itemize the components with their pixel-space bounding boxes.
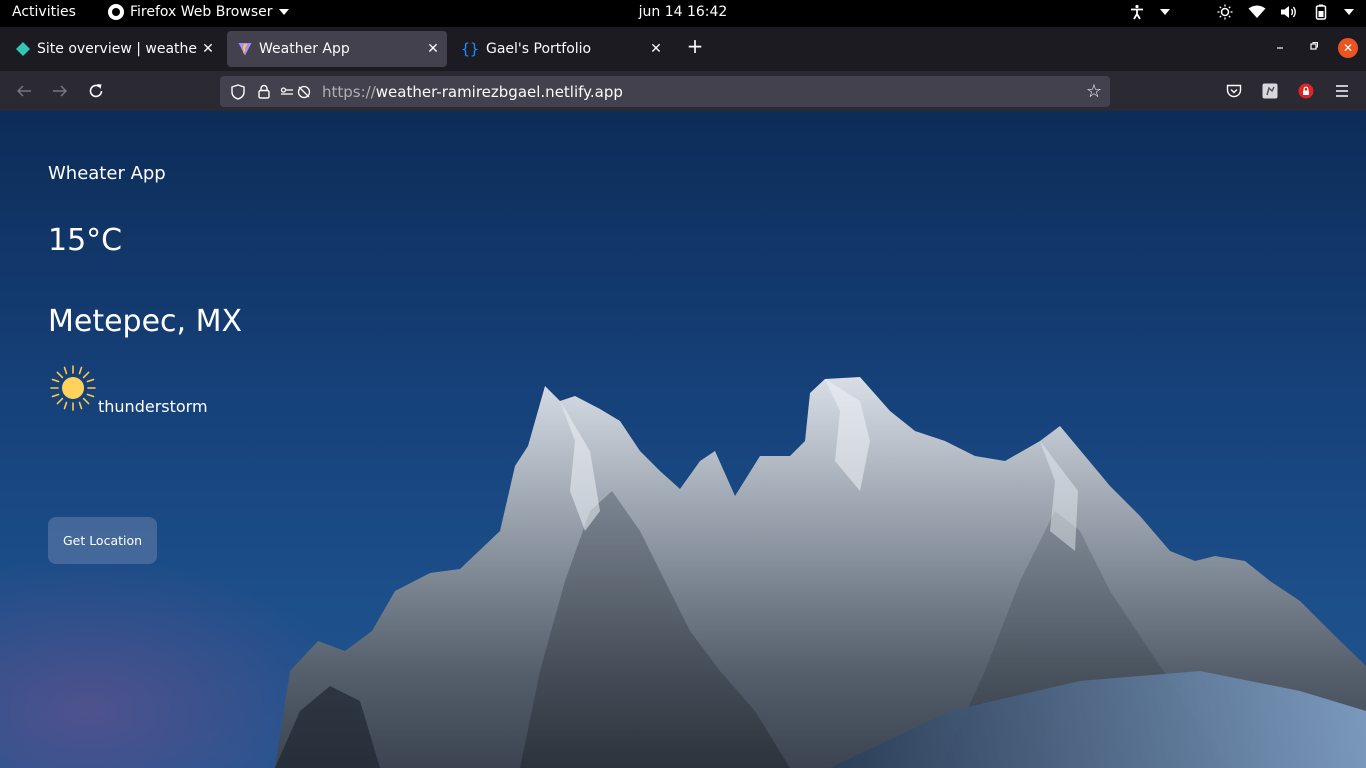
- close-icon[interactable]: ✕: [646, 41, 666, 57]
- window-close-button[interactable]: ✕: [1338, 38, 1358, 58]
- forward-button[interactable]: [48, 79, 72, 103]
- close-icon[interactable]: ✕: [423, 41, 443, 57]
- new-tab-button[interactable]: +: [684, 35, 706, 57]
- temperature: 15°C: [48, 223, 123, 258]
- activities-button[interactable]: Activities: [12, 4, 76, 20]
- vite-icon: [238, 42, 252, 56]
- sun-icon: [50, 365, 96, 411]
- weather-condition: thunderstorm: [98, 397, 208, 416]
- tab-gaels-portfolio[interactable]: {} Gael's Portfolio ✕: [450, 31, 670, 67]
- clock-label[interactable]: jun 14 16:42: [639, 4, 728, 20]
- permissions-icon[interactable]: [280, 82, 312, 102]
- maximize-button[interactable]: [1306, 38, 1322, 54]
- url-bar[interactable]: https://weather-ramirezbgael.netlify.app…: [220, 76, 1110, 107]
- url-text[interactable]: https://weather-ramirezbgael.netlify.app: [322, 83, 623, 101]
- app-menu-label: Firefox Web Browser: [130, 4, 273, 20]
- tab-title: Site overview | weather-r: [37, 41, 198, 57]
- extension-icon[interactable]: [1261, 82, 1279, 100]
- system-top-bar: Activities Firefox Web Browser jun 14 16…: [0, 0, 1366, 27]
- mountain-background: [275, 377, 1366, 768]
- volume-icon: [1280, 3, 1298, 21]
- accessibility-menu-chevron-icon[interactable]: [1160, 9, 1170, 15]
- minimize-button[interactable]: [1272, 38, 1288, 54]
- reload-button[interactable]: [84, 79, 108, 103]
- wifi-icon: [1248, 3, 1266, 21]
- password-manager-lock-icon[interactable]: [1297, 82, 1315, 100]
- pocket-icon[interactable]: [1225, 82, 1243, 100]
- url-host: weather-ramirezbgael.netlify.app: [375, 82, 623, 101]
- navigation-toolbar: https://weather-ramirezbgael.netlify.app…: [0, 71, 1366, 111]
- hamburger-menu-icon[interactable]: [1333, 82, 1351, 100]
- tab-title: Weather App: [259, 41, 350, 57]
- lock-icon[interactable]: [254, 82, 274, 102]
- battery-icon: [1312, 3, 1330, 21]
- brightness-icon: [1216, 3, 1234, 21]
- chevron-down-icon: [278, 9, 289, 15]
- app-title: Wheater App: [48, 163, 166, 184]
- braces-icon: {}: [461, 40, 480, 58]
- system-menu-chevron-icon[interactable]: [1344, 9, 1354, 15]
- tab-site-overview[interactable]: Site overview | weather-r ✕: [5, 31, 222, 67]
- bookmark-star-icon[interactable]: ☆: [1086, 81, 1102, 102]
- tracking-protection-shield-icon[interactable]: [228, 82, 248, 102]
- netlify-icon: [16, 42, 30, 56]
- system-tray[interactable]: [1128, 3, 1354, 21]
- weather-app-page: Wheater App 15°C Metepec, MX thunderstor…: [0, 111, 1366, 768]
- app-menu[interactable]: Firefox Web Browser: [108, 4, 289, 20]
- close-icon[interactable]: ✕: [198, 41, 218, 57]
- city-name: Metepec, MX: [48, 304, 243, 339]
- tab-title: Gael's Portfolio: [486, 41, 592, 57]
- tab-strip: Site overview | weather-r ✕ Weather App …: [0, 27, 1366, 71]
- tab-weather-app[interactable]: Weather App ✕: [227, 31, 447, 67]
- url-scheme: https://: [322, 82, 376, 101]
- firefox-icon: [108, 4, 124, 20]
- back-button[interactable]: [12, 79, 36, 103]
- get-location-button[interactable]: Get Location: [48, 517, 157, 564]
- accessibility-icon[interactable]: [1128, 3, 1146, 21]
